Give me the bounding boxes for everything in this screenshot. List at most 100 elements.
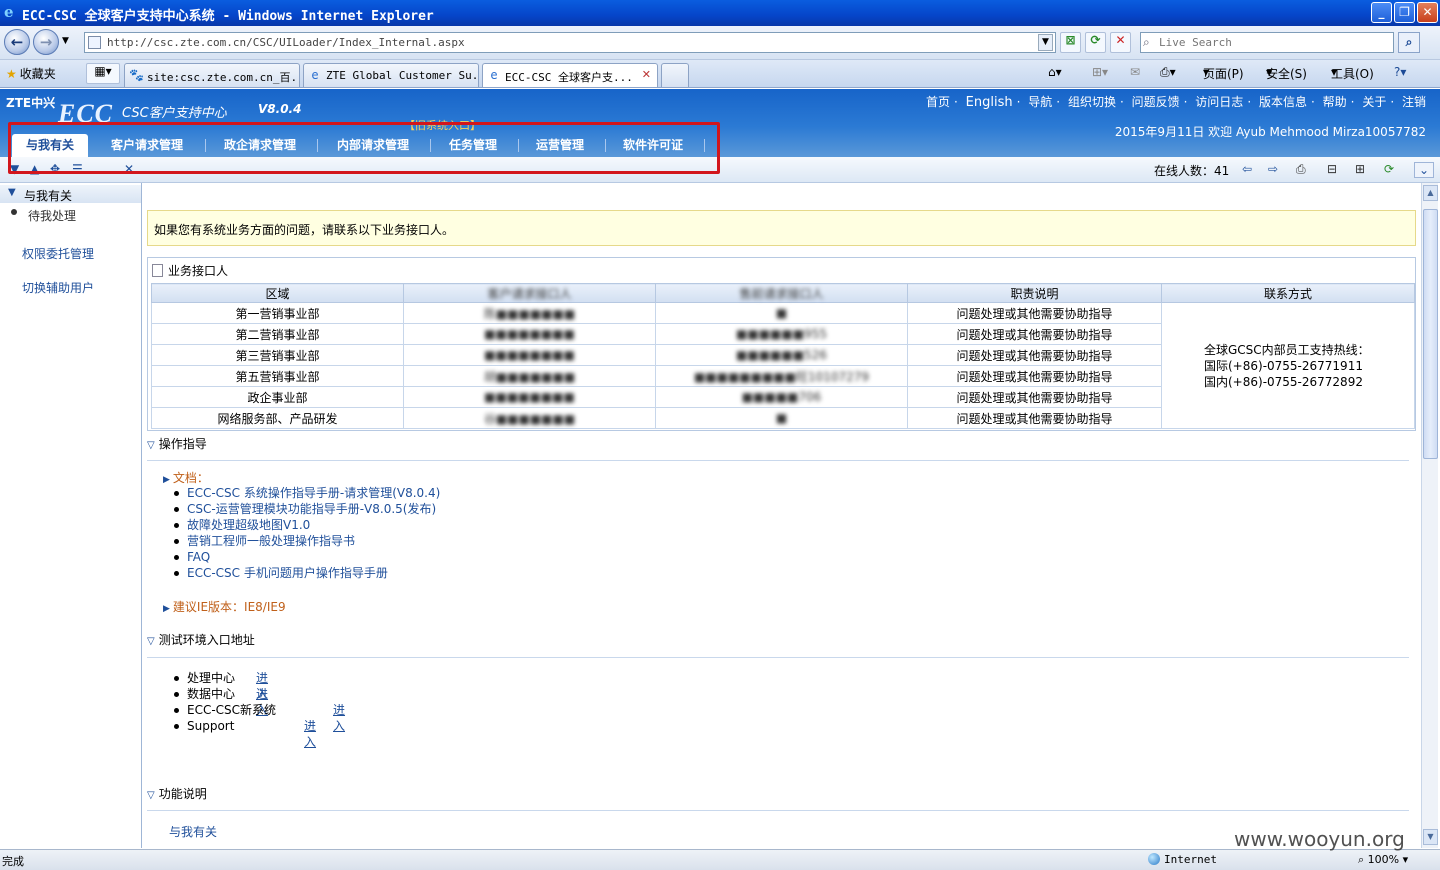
prev-arrow-icon[interactable]: ⇦ bbox=[1242, 162, 1252, 176]
close-window-button[interactable]: ✕ bbox=[1417, 2, 1438, 23]
contacts-table: 区域 客户请求接口人 售前请求接口人 职责说明 联系方式 第一营销事业部 陈■■… bbox=[151, 283, 1415, 429]
col-contact-method: 联系方式 bbox=[1161, 283, 1415, 303]
func-link-related[interactable]: 与我有关 bbox=[169, 823, 217, 840]
tab-baidu[interactable]: 🐾 site:csc.zte.com.cn_百... bbox=[124, 63, 300, 87]
live-search-box[interactable]: ⌕ bbox=[1140, 32, 1394, 53]
more-dropdown-icon[interactable]: ⌄ bbox=[1414, 162, 1434, 178]
link-version-info[interactable]: 版本信息 bbox=[1259, 95, 1307, 109]
link-feedback[interactable]: 问题反馈 bbox=[1132, 95, 1180, 109]
close-tab-icon[interactable]: ✕ bbox=[642, 68, 651, 81]
doc-link-faq[interactable]: FAQ bbox=[187, 550, 210, 564]
search-go-button[interactable]: ⌕ bbox=[1398, 32, 1420, 53]
history-dropdown-icon[interactable]: ▼ bbox=[62, 36, 69, 46]
tab-zte-global[interactable]: e ZTE Global Customer Su... bbox=[303, 63, 479, 87]
docs-subheader[interactable]: ▶ 文档： bbox=[163, 469, 209, 486]
link-english[interactable]: English bbox=[966, 95, 1013, 110]
maximize-button[interactable]: ❐ bbox=[1394, 2, 1415, 23]
mail-icon[interactable]: ✉ bbox=[1130, 65, 1140, 79]
link-logout[interactable]: 注销 bbox=[1402, 95, 1426, 109]
address-field[interactable]: http://csc.zte.com.cn/CSC/UILoader/Index… bbox=[84, 32, 1056, 53]
vertical-scrollbar[interactable]: ▲ ▼ bbox=[1421, 183, 1438, 848]
link-home[interactable]: 首页 bbox=[926, 95, 950, 109]
security-zone: Internet bbox=[1148, 853, 1217, 866]
minimize-button[interactable]: _ bbox=[1371, 2, 1392, 23]
env-enter-support[interactable]: 进入 bbox=[304, 718, 316, 750]
contacts-panel: 业务接口人 区域 客户请求接口人 售前请求接口人 职责说明 联系方式 第一营销事… bbox=[147, 257, 1416, 431]
arrow-left-icon: ← bbox=[10, 33, 24, 51]
doc-link-ops-manual[interactable]: CSC-运营管理模块功能指导手册-V8.0.5(发布) bbox=[187, 502, 436, 516]
printer-icon[interactable]: ⎙ bbox=[1296, 162, 1306, 177]
home-icon[interactable]: ⌂▾ bbox=[1048, 65, 1062, 79]
list-item: ECC-CSC 手机问题用户操作指导手册 bbox=[173, 565, 440, 581]
feeds-icon[interactable]: ⊞▾ bbox=[1092, 65, 1108, 79]
reload-icon[interactable]: ⟳ bbox=[1384, 162, 1394, 176]
address-dropdown-icon[interactable]: ▼ bbox=[1038, 34, 1053, 51]
favorites-button[interactable]: ★ 收藏夹 bbox=[6, 65, 56, 82]
baidu-paw-icon: 🐾 bbox=[129, 68, 144, 82]
print-icon[interactable]: ⎙▾ bbox=[1160, 65, 1176, 80]
tools-menu[interactable]: 工具(O) ▾ bbox=[1331, 65, 1374, 81]
refresh-icon[interactable]: ⟳ bbox=[1085, 32, 1106, 53]
support-hotline: 全球GCSC内部员工支持热线： 国际(+86)-0755-26771911 国内… bbox=[1161, 302, 1415, 429]
list-item: 故障处理超级地图V1.0 bbox=[173, 517, 440, 533]
triangle-down-icon: ▽ bbox=[147, 790, 155, 801]
scroll-up-icon[interactable]: ▲ bbox=[1423, 185, 1438, 201]
doc-link-fault-map[interactable]: 故障处理超级地图V1.0 bbox=[187, 518, 310, 532]
doc-link-mobile-guide[interactable]: ECC-CSC 手机问题用户操作指导手册 bbox=[187, 566, 388, 580]
env-section-header[interactable]: ▽ 测试环境入口地址 bbox=[147, 631, 255, 648]
doc-link-engineer-guide[interactable]: 营销工程师一般处理操作指导书 bbox=[187, 534, 355, 548]
live-search-input[interactable] bbox=[1159, 35, 1389, 50]
scroll-down-icon[interactable]: ▼ bbox=[1423, 829, 1438, 845]
link-access-log[interactable]: 访问日志 bbox=[1195, 95, 1243, 109]
sidebar: ▼ 与我有关 待我处理 权限委托管理 切换辅助用户 bbox=[0, 183, 142, 848]
top-links: 首页 · English · 导航 · 组织切换 · 问题反馈 · 访问日志 · 版本信息 ·… bbox=[926, 95, 1426, 110]
list-item: 处理中心 进入 bbox=[173, 670, 276, 701]
document-icon bbox=[152, 264, 163, 277]
minimize-panel-icon[interactable]: ⊟ bbox=[1327, 162, 1337, 176]
list-item: CSC-运营管理模块功能指导手册-V8.0.5(发布) bbox=[173, 501, 440, 517]
page-menu[interactable]: 页面(P) ▾ bbox=[1203, 65, 1244, 81]
tab-label: ECC-CSC 全球客户支... bbox=[505, 71, 633, 84]
ie-page-icon: e bbox=[490, 68, 498, 82]
list-item: 数据中心 进入 bbox=[173, 686, 276, 717]
func-section-header[interactable]: ▽ 功能说明 bbox=[147, 785, 207, 802]
ie-version-subheader[interactable]: ▶ 建议IE版本：IE8/IE9 bbox=[163, 598, 286, 615]
sidebar-item-pending[interactable]: 待我处理 bbox=[28, 207, 76, 224]
sidebar-link-switch-user[interactable]: 切换辅助用户 bbox=[22, 279, 94, 296]
divider bbox=[147, 657, 1409, 658]
new-tab-button[interactable] bbox=[661, 63, 689, 87]
sidebar-section-header[interactable]: ▼ 与我有关 bbox=[0, 185, 141, 203]
env-enter-new-system[interactable]: 进入 bbox=[333, 702, 345, 734]
safety-menu[interactable]: 安全(S) ▾ bbox=[1266, 65, 1307, 81]
back-button[interactable]: ← bbox=[4, 29, 30, 55]
doc-link-request-manual[interactable]: ECC-CSC 系统操作指导手册-请求管理(V8.0.4) bbox=[187, 486, 440, 500]
col-region: 区域 bbox=[151, 283, 404, 303]
tab-bar: ★ 收藏夹 ▦▾ 🐾 site:csc.zte.com.cn_百... e ZTE G… bbox=[0, 60, 1440, 88]
list-item: ECC-CSC 系统操作指导手册-请求管理(V8.0.4) bbox=[173, 485, 440, 501]
main-content: 如果您有系统业务方面的问题，请联系以下业务接口人。 业务接口人 区域 客户请求接… bbox=[143, 183, 1421, 848]
stop-icon[interactable]: ✕ bbox=[1110, 32, 1131, 53]
highlight-box bbox=[8, 122, 720, 174]
link-navigation[interactable]: 导航 bbox=[1028, 95, 1052, 109]
bullet-icon bbox=[11, 209, 17, 215]
sidebar-link-delegation[interactable]: 权限委托管理 bbox=[22, 245, 94, 262]
help-icon[interactable]: ?▾ bbox=[1394, 65, 1406, 79]
notice-banner: 如果您有系统业务方面的问题，请联系以下业务接口人。 bbox=[147, 210, 1416, 246]
link-about[interactable]: 关于 bbox=[1362, 95, 1386, 109]
link-help[interactable]: 帮助 bbox=[1323, 95, 1347, 109]
zoom-control[interactable]: ⌕ 100% ▾ bbox=[1358, 853, 1408, 867]
window-title-bar: e ECC-CSC 全球客户支持中心系统 - Windows Internet … bbox=[0, 0, 1440, 26]
quick-tabs-icon[interactable]: ▦▾ bbox=[86, 63, 120, 84]
guide-section-header[interactable]: ▽ 操作指导 bbox=[147, 435, 207, 452]
link-org-switch[interactable]: 组织切换 bbox=[1068, 95, 1116, 109]
maximize-panel-icon[interactable]: ⊞ bbox=[1355, 162, 1365, 176]
next-arrow-icon[interactable]: ⇨ bbox=[1268, 162, 1278, 176]
sidebar-section-label: 与我有关 bbox=[24, 189, 73, 203]
scroll-thumb[interactable] bbox=[1423, 209, 1438, 459]
triangle-right-icon: ▶ bbox=[163, 604, 170, 614]
list-item: FAQ bbox=[173, 549, 440, 565]
tab-ecc-csc[interactable]: e ECC-CSC 全球客户支... ✕ bbox=[482, 63, 658, 87]
triangle-right-icon: ▶ bbox=[163, 475, 170, 485]
forward-button[interactable]: → bbox=[33, 29, 59, 55]
compatibility-icon[interactable]: ⊠ bbox=[1060, 32, 1081, 53]
